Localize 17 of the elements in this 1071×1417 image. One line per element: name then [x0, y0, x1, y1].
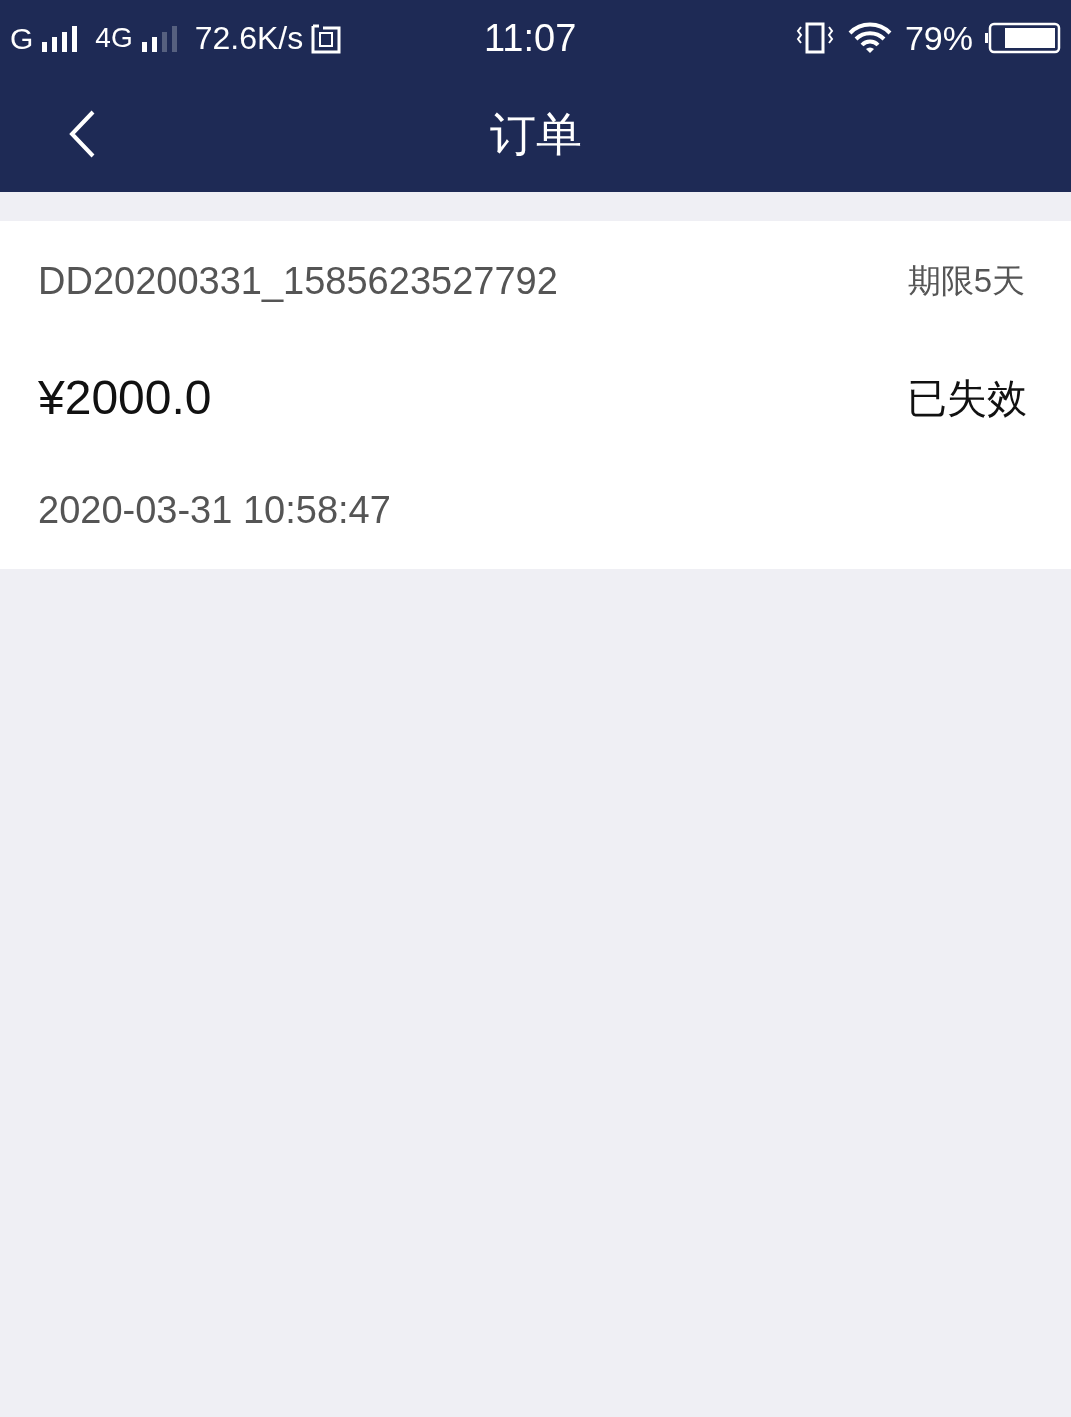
clock: 11:07: [484, 15, 577, 61]
order-amount: ¥2000.0: [38, 370, 212, 426]
vibrate-icon: [794, 21, 835, 55]
wifi-icon: [846, 22, 893, 54]
order-card[interactable]: DD20200331_1585623527792 期限5天 ¥2000.0 已失效 2020-03-31 10:58:47: [0, 221, 1071, 569]
page-title: 订单: [489, 106, 582, 162]
battery-percent: 79%: [904, 17, 973, 59]
network-label: 4G: [95, 21, 133, 55]
order-date: 2020-03-31 10:58:47: [38, 487, 391, 533]
order-number: DD20200331_1585623527792: [38, 258, 558, 304]
battery-icon: [985, 22, 1061, 54]
deadline-label: 期限5天: [907, 261, 1025, 302]
network-speed: 72.6K/s: [194, 19, 304, 58]
order-status: 已失效: [907, 375, 1027, 422]
back-icon: [67, 109, 97, 159]
carrier-label: G: [10, 20, 34, 57]
notification-icon: [311, 22, 342, 54]
